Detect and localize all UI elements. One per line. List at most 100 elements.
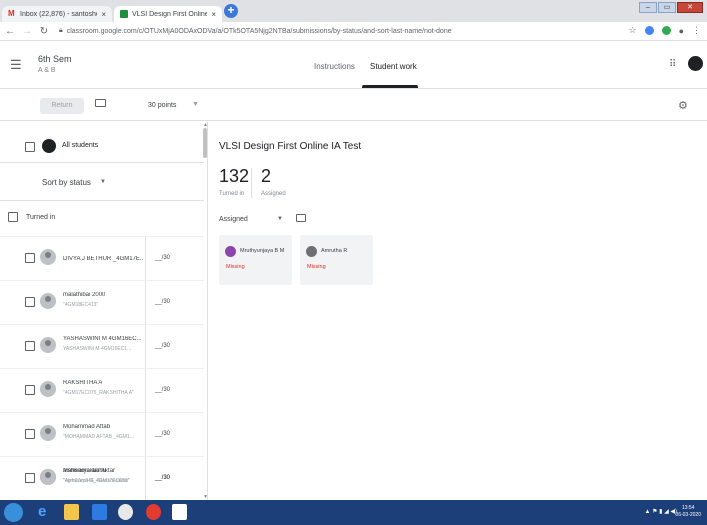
select-all-checkbox[interactable] [25,142,35,152]
student-work-card[interactable]: Amrutha R Missing [300,235,373,285]
url-text: classroom.google.com/c/OTUxMjA0ODAxODVa/… [66,27,452,35]
grade-input[interactable]: __/30 [155,387,170,393]
forward-arrow-icon[interactable]: → [20,26,34,37]
apps-grid-icon[interactable]: ⠿ [669,59,676,70]
avatar [40,469,56,485]
avatar [40,293,56,309]
clock-time: 13:54 [681,505,695,511]
student-row[interactable]: Mohammad Aftab "MOHAMMAD AFTAB _4GM1... … [0,412,204,457]
menu-icon[interactable]: ☰ [10,57,22,73]
student-name: Mohammad Aftab [63,424,111,430]
status-badge: Missing [226,264,245,270]
close-window-button[interactable]: ✕ [677,2,703,13]
back-arrow-icon[interactable]: ← [3,26,17,37]
grading-toolbar: Return 30 points ▼ ⚙ [0,89,707,121]
student-checkbox[interactable] [25,429,35,439]
student-name: malathibai 2000 [63,292,106,298]
reload-icon[interactable]: ↻ [37,26,51,37]
grade-input[interactable]: __/30 [155,343,170,349]
divider [145,281,146,325]
start-button[interactable] [4,503,23,522]
points-select[interactable]: 30 points [148,102,176,109]
divider [145,369,146,413]
more-menu-icon[interactable]: ⋮ [692,25,701,36]
divider [0,200,204,201]
class-section: A & B [38,67,56,74]
student-name: Mansooraktar Aktar [63,468,116,474]
window-controls: – ▭ ✕ [638,2,703,13]
student-row[interactable]: Mansooraktar Aktar "4gm17ec046_ Mansoora… [0,456,204,501]
student-list-panel: ▲ ▼ All students Sort by status ▼ Turned… [0,122,208,500]
turned-in-count: 132 [219,166,250,186]
close-tab-icon[interactable]: × [207,10,216,19]
grade-input[interactable]: __/30 [155,475,170,481]
scrollbar-thumb[interactable] [203,128,207,158]
grade-input[interactable]: __/30 [155,299,170,305]
tab-classroom-assignment[interactable]: VLSI Design First Online IA Test × [114,6,222,22]
extension-icon[interactable] [661,26,671,35]
sort-select[interactable]: Sort by status [42,178,91,187]
all-students-label: All students [62,142,99,149]
bookmark-star-icon[interactable]: ☆ [628,25,636,36]
student-checkbox[interactable] [25,253,35,263]
app-header: ☰ 6th Sem A & B Instructions Student wor… [0,41,707,89]
chevron-down-icon[interactable]: ▼ [192,101,199,108]
chevron-down-icon[interactable]: ▼ [277,216,283,222]
chevron-down-icon[interactable]: ▼ [100,179,106,185]
tab-student-work[interactable]: Student work [370,62,417,71]
avatar [40,249,56,265]
taskbar: e ▲ ⚑ ▮ ◢ ◀) 13:54 06-03-2020 [0,500,707,525]
divider [145,457,146,501]
browser-tab-bar: M Inbox (22,876) - santoshec0450@... × V… [0,0,707,22]
student-row[interactable]: YASHASWINI M 4GM16EC... YASHASWINI M 4GM… [0,324,204,369]
email-icon[interactable] [95,99,106,107]
folder-icon[interactable] [296,214,306,222]
new-tab-button[interactable]: + [224,4,238,18]
avatar [40,381,56,397]
opera-icon[interactable] [146,504,161,520]
student-row[interactable]: malathibai 2000 "4GM18EC413" __/30 [0,280,204,325]
internet-explorer-icon[interactable]: e [38,504,53,520]
account-avatar[interactable] [688,56,703,71]
scroll-up-icon[interactable]: ▲ [203,122,207,128]
student-checkbox[interactable] [25,473,35,483]
clock-date: 06-03-2020 [675,512,701,518]
clock[interactable]: 13:54 06-03-2020 [675,505,701,519]
turned-in-label: Turned in [219,191,245,197]
divider [145,413,146,457]
student-checkbox[interactable] [25,297,35,307]
class-title[interactable]: 6th Sem [38,54,72,64]
maximize-button[interactable]: ▭ [658,2,676,13]
file-explorer-icon[interactable] [64,504,79,520]
gear-icon[interactable]: ⚙ [678,99,688,112]
profile-icon[interactable]: ● [679,26,684,36]
extension-icon[interactable] [644,26,654,35]
grade-input[interactable]: __/30 [155,255,170,261]
tab-instructions[interactable]: Instructions [314,62,355,71]
student-work-card[interactable]: Mruthyunjaya B M Missing [219,235,292,285]
minimize-button[interactable]: – [639,2,657,13]
url-field[interactable]: 🔒︎ classroom.google.com/c/OTUxMjA0ODAxOD… [59,27,452,35]
student-row[interactable]: DIVYA J BETHUR _4GM17E... __/30 [0,236,204,281]
student-row[interactable]: RAKSHITHA A "4GM17EC075_RAKSHITHA A" __/… [0,368,204,413]
select-turned-in-checkbox[interactable] [8,212,18,222]
chrome-icon[interactable] [118,504,133,520]
student-checkbox[interactable] [25,341,35,351]
grade-input[interactable]: __/30 [155,431,170,437]
status-badge: Missing [307,264,326,270]
document-icon[interactable] [172,504,187,520]
return-button[interactable]: Return [40,98,84,114]
avatar [40,337,56,353]
tab-title: VLSI Design First Online IA Test [132,10,208,18]
student-submission-name: YASHASWINI M 4GM16EC1... [63,346,132,352]
tab-gmail-inbox[interactable]: M Inbox (22,876) - santoshec0450@... × [2,6,112,22]
status-filter-select[interactable]: Assigned [219,216,248,223]
student-name: RAKSHITHA A [63,380,103,386]
divider [0,162,204,163]
close-tab-icon[interactable]: × [97,10,106,19]
student-checkbox[interactable] [25,385,35,395]
system-tray[interactable]: ▲ ⚑ ▮ ◢ ◀) [644,508,677,515]
media-player-icon[interactable] [92,504,107,520]
section-label-turned-in: Turned in [26,214,56,221]
active-tab-indicator [362,85,418,88]
